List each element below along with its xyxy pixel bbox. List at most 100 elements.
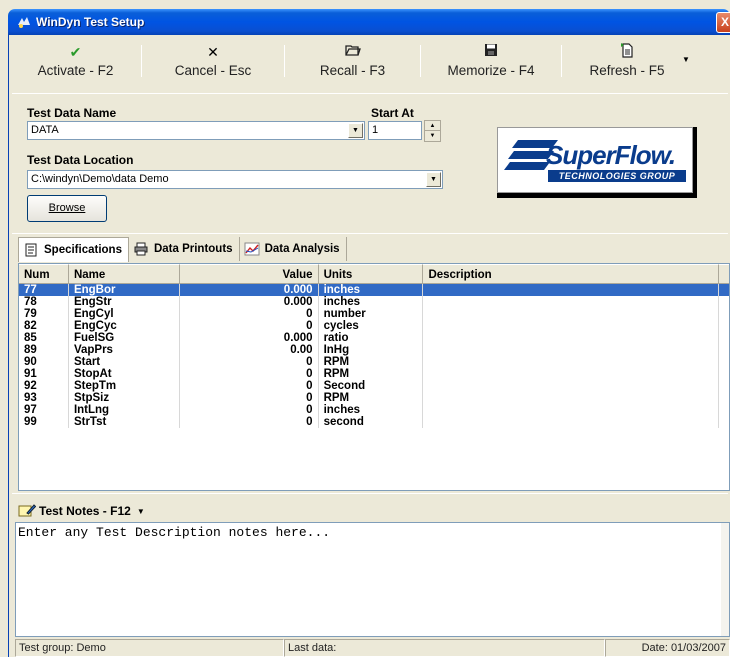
cell-description[interactable] bbox=[423, 332, 719, 344]
tab-data-printouts[interactable]: Data Printouts bbox=[129, 237, 240, 261]
cell-value[interactable]: 0 bbox=[180, 404, 319, 416]
cell-units[interactable]: second bbox=[319, 416, 424, 428]
cell-num[interactable]: 77 bbox=[19, 284, 69, 296]
cell-description[interactable] bbox=[423, 404, 719, 416]
table-row[interactable]: 85 FuelSG 0.000 ratio bbox=[19, 332, 729, 344]
cell-name[interactable]: EngBor bbox=[69, 284, 180, 296]
cell-description[interactable] bbox=[423, 296, 719, 308]
chevron-down-icon[interactable]: ▼ bbox=[348, 123, 363, 138]
cell-num[interactable]: 78 bbox=[19, 296, 69, 308]
cell-name[interactable]: VapPrs bbox=[69, 344, 180, 356]
activate-button[interactable]: ✔ Activate - F2 bbox=[10, 37, 141, 85]
cell-value[interactable]: 0 bbox=[180, 308, 319, 320]
cell-name[interactable]: StopAt bbox=[69, 368, 180, 380]
cell-value[interactable]: 0.000 bbox=[180, 296, 319, 308]
cell-description[interactable] bbox=[423, 356, 719, 368]
test-data-location-combo[interactable]: C:\windyn\Demo\data Demo ▼ bbox=[27, 170, 443, 189]
cell-value[interactable]: 0.000 bbox=[180, 332, 319, 344]
column-header-name[interactable]: Name bbox=[68, 264, 180, 284]
spin-down-icon[interactable]: ▼ bbox=[425, 131, 440, 141]
tab-specifications[interactable]: Specifications bbox=[18, 237, 129, 262]
cancel-button[interactable]: ✕ Cancel - Esc bbox=[142, 37, 284, 85]
cell-value[interactable]: 0 bbox=[180, 320, 319, 332]
cell-description[interactable] bbox=[423, 344, 719, 356]
table-row[interactable]: 97 IntLng 0 inches bbox=[19, 404, 729, 416]
cell-units[interactable]: Second bbox=[319, 380, 424, 392]
recall-button[interactable]: Recall - F3 bbox=[285, 37, 420, 85]
cell-num[interactable]: 85 bbox=[19, 332, 69, 344]
cell-units[interactable]: RPM bbox=[319, 392, 424, 404]
cell-description[interactable] bbox=[423, 320, 719, 332]
cell-units[interactable]: inches bbox=[319, 284, 424, 296]
start-at-input[interactable]: 1 bbox=[368, 121, 422, 140]
cell-num[interactable]: 82 bbox=[19, 320, 69, 332]
cell-name[interactable]: StepTm bbox=[69, 380, 180, 392]
cell-units[interactable]: InHg bbox=[319, 344, 424, 356]
cell-value[interactable]: 0 bbox=[180, 356, 319, 368]
test-notes-header[interactable]: Test Notes - F12 ▼ bbox=[18, 501, 145, 521]
memorize-button[interactable]: Memorize - F4 bbox=[421, 37, 561, 85]
cell-description[interactable] bbox=[423, 392, 719, 404]
start-at-spinner[interactable]: ▲ ▼ bbox=[424, 120, 441, 142]
table-row[interactable]: 93 StpSiz 0 RPM bbox=[19, 392, 729, 404]
cell-value[interactable]: 0 bbox=[180, 416, 319, 428]
test-data-name-combo[interactable]: DATA ▼ bbox=[27, 121, 365, 140]
cell-description[interactable] bbox=[423, 308, 719, 320]
table-row[interactable]: 91 StopAt 0 RPM bbox=[19, 368, 729, 380]
chevron-down-icon[interactable]: ▼ bbox=[426, 172, 441, 187]
cell-description[interactable] bbox=[423, 368, 719, 380]
cell-units[interactable]: cycles bbox=[319, 320, 424, 332]
table-row[interactable]: 77 EngBor 0.000 inches bbox=[19, 284, 729, 296]
close-button[interactable]: X bbox=[716, 12, 730, 33]
cell-num[interactable]: 99 bbox=[19, 416, 69, 428]
table-row[interactable]: 89 VapPrs 0.00 InHg bbox=[19, 344, 729, 356]
cell-description[interactable] bbox=[423, 284, 719, 296]
cell-units[interactable]: inches bbox=[319, 296, 424, 308]
cell-num[interactable]: 91 bbox=[19, 368, 69, 380]
column-header-value[interactable]: Value bbox=[179, 264, 319, 284]
cell-value[interactable]: 0.00 bbox=[180, 344, 319, 356]
refresh-button[interactable]: Refresh - F5 bbox=[562, 37, 692, 85]
cell-value[interactable]: 0 bbox=[180, 380, 319, 392]
column-header-units[interactable]: Units bbox=[318, 264, 424, 284]
cell-units[interactable]: RPM bbox=[319, 368, 424, 380]
cell-description[interactable] bbox=[423, 380, 719, 392]
tab-data-analysis[interactable]: Data Analysis bbox=[240, 237, 347, 261]
test-notes-textarea[interactable]: Enter any Test Description notes here... bbox=[15, 522, 730, 637]
cell-name[interactable]: FuelSG bbox=[69, 332, 180, 344]
cell-name[interactable]: StpSiz bbox=[69, 392, 180, 404]
cell-name[interactable]: StrTst bbox=[69, 416, 180, 428]
cell-value[interactable]: 0.000 bbox=[180, 284, 319, 296]
cell-name[interactable]: EngCyc bbox=[69, 320, 180, 332]
table-row[interactable]: 79 EngCyl 0 number bbox=[19, 308, 729, 320]
cell-name[interactable]: Start bbox=[69, 356, 180, 368]
column-header-description[interactable]: Description bbox=[423, 264, 719, 284]
cell-num[interactable]: 90 bbox=[19, 356, 69, 368]
chevron-down-icon[interactable]: ▼ bbox=[137, 507, 145, 516]
table-row[interactable]: 99 StrTst 0 second bbox=[19, 416, 729, 428]
browse-button[interactable]: Browse bbox=[27, 195, 107, 222]
table-row[interactable]: 78 EngStr 0.000 inches bbox=[19, 296, 729, 308]
notes-scrollbar[interactable] bbox=[721, 523, 729, 636]
cell-num[interactable]: 97 bbox=[19, 404, 69, 416]
specifications-grid[interactable]: Num Name Value Units Description 77 EngBo… bbox=[18, 263, 730, 491]
cell-num[interactable]: 93 bbox=[19, 392, 69, 404]
spin-up-icon[interactable]: ▲ bbox=[425, 121, 440, 131]
cell-units[interactable]: RPM bbox=[319, 356, 424, 368]
cell-num[interactable]: 92 bbox=[19, 380, 69, 392]
cell-num[interactable]: 89 bbox=[19, 344, 69, 356]
table-row[interactable]: 82 EngCyc 0 cycles bbox=[19, 320, 729, 332]
cell-name[interactable]: EngStr bbox=[69, 296, 180, 308]
cell-num[interactable]: 79 bbox=[19, 308, 69, 320]
column-header-num[interactable]: Num bbox=[19, 264, 69, 284]
cell-value[interactable]: 0 bbox=[180, 392, 319, 404]
cell-units[interactable]: number bbox=[319, 308, 424, 320]
cell-value[interactable]: 0 bbox=[180, 368, 319, 380]
cell-units[interactable]: ratio bbox=[319, 332, 424, 344]
cell-name[interactable]: EngCyl bbox=[69, 308, 180, 320]
cell-units[interactable]: inches bbox=[319, 404, 424, 416]
table-row[interactable]: 90 Start 0 RPM bbox=[19, 356, 729, 368]
toolbar-more-dropdown[interactable]: ▼ bbox=[682, 55, 690, 64]
table-row[interactable]: 92 StepTm 0 Second bbox=[19, 380, 729, 392]
cell-name[interactable]: IntLng bbox=[69, 404, 180, 416]
